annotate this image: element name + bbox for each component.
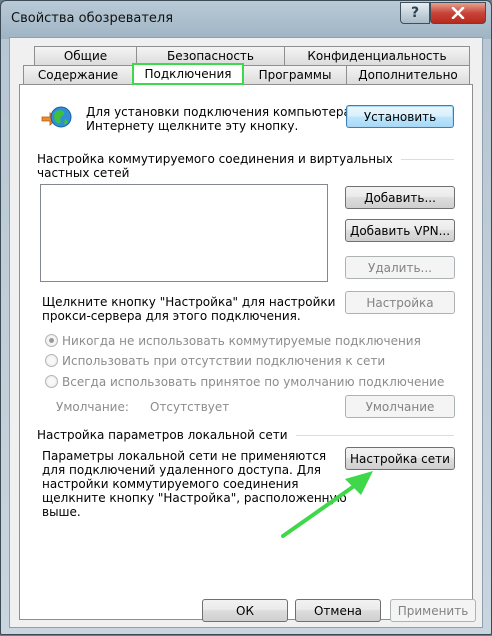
tab-privacy[interactable]: Конфиденциальность <box>284 46 470 65</box>
radio-dial-when-no-network-label: Использовать при отсутствии подключения … <box>62 354 386 368</box>
cancel-button[interactable]: Отмена <box>295 599 381 622</box>
lan-text-line1: Параметры локальной сети не применяются <box>42 449 327 463</box>
lan-text-line2: для подключений удаленного доступа. Для <box>42 463 321 477</box>
radio-dial-when-no-network[interactable] <box>45 354 58 367</box>
question-mark-icon: ? <box>410 5 420 21</box>
remove-button[interactable]: Удалить... <box>345 256 455 279</box>
close-icon <box>451 7 465 19</box>
help-button[interactable]: ? <box>400 2 430 24</box>
dialup-header-line1: Настройка коммутируемого соединения и ви… <box>37 152 393 166</box>
setup-text-line2: Интернету щелкните эту кнопку. <box>86 119 299 133</box>
window-title: Свойства обозревателя <box>11 11 174 26</box>
tab-programs[interactable]: Программы <box>243 65 347 84</box>
lan-text-line3: настройки коммутируемого соединения <box>42 477 299 491</box>
default-label: Умолчание: <box>56 400 129 414</box>
ok-button[interactable]: ОК <box>202 599 288 622</box>
radio-always-dial-default[interactable] <box>45 375 58 388</box>
dialog-client-area: Общие Безопасность Конфиденциальность Со… <box>9 37 483 628</box>
proxy-text-line2: прокси-сервера для этого подключения. <box>42 309 301 323</box>
internet-options-window: Свойства обозревателя ? Общие Безопаснос… <box>0 0 492 635</box>
connections-tab-panel: Для установки подключения компьютера к И… <box>19 84 473 620</box>
setup-text-line1: Для установки подключения компьютера к <box>86 105 362 119</box>
default-button[interactable]: Умолчание <box>345 395 455 418</box>
tab-connections[interactable]: Подключения <box>132 63 244 85</box>
settings-button[interactable]: Настройка <box>345 291 455 314</box>
radio-never-dial-label: Никогда не использовать коммутируемые по… <box>62 334 421 348</box>
dialup-divider <box>401 159 454 160</box>
lan-settings-button[interactable]: Настройка сети <box>345 447 455 470</box>
close-button[interactable] <box>430 2 486 24</box>
dialup-header-line2: частных сетей <box>37 166 130 180</box>
add-button[interactable]: Добавить... <box>345 186 455 209</box>
globe-icon <box>41 106 72 128</box>
lan-text-line4: щелкните кнопку "Настройка", расположенн… <box>42 491 347 505</box>
connections-list[interactable] <box>40 184 328 282</box>
tab-advanced[interactable]: Дополнительно <box>346 65 470 84</box>
proxy-text-line1: Щелкните кнопку "Настройка" для настройк… <box>42 295 336 309</box>
title-bar[interactable]: Свойства обозревателя ? <box>1 1 491 37</box>
tab-content[interactable]: Содержание <box>23 65 133 84</box>
radio-always-dial-default-label: Всегда использовать принятое по умолчани… <box>62 375 445 389</box>
tab-general[interactable]: Общие <box>34 46 137 65</box>
lan-text-line5: выше. <box>42 505 81 519</box>
default-value: Отсутствует <box>150 400 230 414</box>
lan-header: Настройка параметров локальной сети <box>37 428 288 442</box>
lan-divider <box>296 435 454 436</box>
radio-never-dial[interactable] <box>45 334 58 347</box>
add-vpn-button[interactable]: Добавить VPN... <box>345 219 455 242</box>
apply-button[interactable]: Применить <box>390 599 476 622</box>
setup-button[interactable]: Установить <box>346 105 454 128</box>
